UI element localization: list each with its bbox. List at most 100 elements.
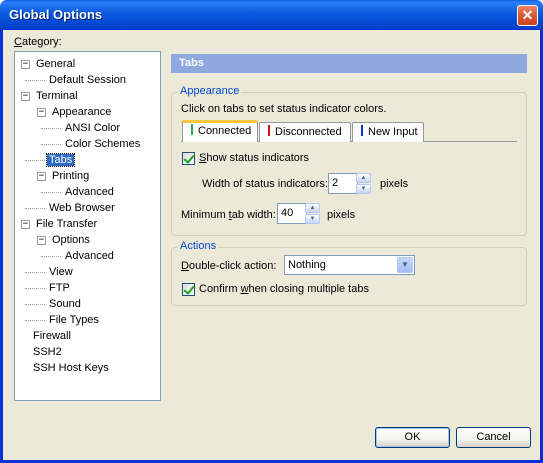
- spin-up-icon[interactable]: ▲: [305, 203, 320, 213]
- tree-item-advanced[interactable]: Advanced: [63, 185, 116, 199]
- tree-item-label: SSH2: [33, 346, 62, 358]
- window-title: Global Options: [9, 7, 103, 22]
- tree-item-label: Default Session: [49, 74, 127, 86]
- tab-disconnected-label: Disconnected: [275, 126, 342, 138]
- tree-item-view[interactable]: View: [47, 265, 75, 279]
- tree-connector: [25, 320, 45, 321]
- tree-item-sound[interactable]: Sound: [47, 297, 83, 311]
- tree-item-label: Printing: [52, 170, 90, 182]
- min-tab-width-spinner[interactable]: ▲ ▼: [305, 203, 320, 224]
- tree-item-label: Tabs: [45, 153, 76, 167]
- tree-item-label: FTP: [49, 282, 70, 294]
- tree-item-label: Terminal: [36, 90, 78, 102]
- tab-disconnected[interactable]: Disconnected: [259, 122, 351, 142]
- indicator-width-input[interactable]: 2: [328, 173, 358, 194]
- tree-expander-icon[interactable]: −: [21, 92, 30, 101]
- double-click-action-value: Nothing: [288, 259, 326, 271]
- tree-connector: [25, 288, 45, 289]
- tree-item-general[interactable]: General: [34, 57, 77, 71]
- double-click-action-label: Double-click action:: [181, 260, 277, 272]
- tree-item-label: Advanced: [65, 250, 114, 262]
- tab-connected[interactable]: Connected: [182, 120, 258, 142]
- tree-item-label: Advanced: [65, 186, 114, 198]
- category-label-rest: ategory:: [21, 36, 62, 48]
- tree-item-advanced[interactable]: Advanced: [63, 249, 116, 263]
- tree-item-ftp[interactable]: FTP: [47, 281, 72, 295]
- spin-down-icon[interactable]: ▼: [305, 214, 320, 224]
- tree-item-label: Web Browser: [49, 202, 115, 214]
- tab-new-input[interactable]: New Input: [352, 122, 424, 142]
- close-button[interactable]: ✕: [517, 5, 538, 26]
- spin-down-icon[interactable]: ▼: [356, 184, 371, 194]
- tree-item-label: Appearance: [52, 106, 112, 118]
- tree-connector: [41, 256, 61, 257]
- tree-item-appearance[interactable]: Appearance: [50, 105, 113, 119]
- tree-item-default-session[interactable]: Default Session: [47, 73, 128, 87]
- show-status-indicators-label-rest: how status indicators: [206, 152, 310, 164]
- show-status-indicators-label: Show status indicators: [199, 152, 310, 164]
- tree-item-label: General: [36, 58, 76, 70]
- tab-colors-instructions: Click on tabs to set status indicator co…: [181, 103, 387, 115]
- confirm-close-checkbox[interactable]: [182, 283, 195, 296]
- category-tree[interactable]: − General Default Session − Terminal − Appeara…: [14, 51, 161, 401]
- tree-connector: [25, 272, 45, 273]
- tree-connector: [25, 304, 45, 305]
- tree-item-terminal[interactable]: Terminal: [34, 89, 80, 103]
- actions-group-title: Actions: [178, 240, 219, 252]
- tree-item-label: View: [49, 266, 73, 278]
- new-input-color-indicator: [361, 125, 363, 136]
- tree-item-ssh-host-keys[interactable]: SSH Host Keys: [31, 361, 111, 375]
- tree-item-file-transfer[interactable]: File Transfer: [34, 217, 99, 231]
- min-tab-width-unit: pixels: [327, 209, 356, 221]
- double-click-action-select[interactable]: Nothing ▼: [284, 255, 415, 275]
- min-tab-width-label: Minimum tab width:: [181, 209, 276, 221]
- category-label: Category:: [14, 36, 62, 48]
- tree-item-label: File Types: [49, 314, 99, 326]
- tree-connector: [41, 128, 61, 129]
- show-status-indicators-checkbox[interactable]: [182, 152, 195, 165]
- tree-item-file-types[interactable]: File Types: [47, 313, 101, 327]
- indicator-width-unit: pixels: [380, 178, 409, 190]
- indicator-width-label: Width of status indicators:: [202, 178, 328, 190]
- appearance-group-title: Appearance: [178, 85, 242, 97]
- tree-item-label: Color Schemes: [65, 138, 141, 150]
- tree-item-firewall[interactable]: Firewall: [31, 329, 73, 343]
- tree-connector: [25, 208, 45, 209]
- ok-button[interactable]: OK: [375, 427, 450, 448]
- global-options-dialog: Global Options ✕ Category: − General Defau…: [0, 0, 543, 463]
- cancel-button[interactable]: Cancel: [456, 427, 531, 448]
- tree-item-label: Options: [52, 234, 90, 246]
- tree-expander-icon[interactable]: −: [21, 220, 30, 229]
- tree-item-label: Sound: [49, 298, 81, 310]
- tree-connector: [41, 144, 61, 145]
- tree-item-tabs[interactable]: Tabs: [45, 153, 76, 167]
- tree-expander-icon[interactable]: −: [37, 172, 46, 181]
- tree-item-ssh2[interactable]: SSH2: [31, 345, 64, 359]
- tree-expander-icon[interactable]: −: [37, 108, 46, 117]
- tab-new-input-label: New Input: [368, 126, 418, 138]
- tree-item-options[interactable]: Options: [50, 233, 92, 247]
- tree-connector: [25, 160, 45, 161]
- tree-item-web-browser[interactable]: Web Browser: [47, 201, 117, 215]
- tree-item-label: ANSI Color: [65, 122, 121, 134]
- disconnected-color-indicator: [268, 125, 270, 136]
- tree-expander-icon[interactable]: −: [21, 60, 30, 69]
- title-bar[interactable]: Global Options ✕: [0, 0, 543, 30]
- confirm-close-label: Confirm when closing multiple tabs: [199, 283, 369, 295]
- indicator-width-spinner[interactable]: ▲ ▼: [356, 173, 371, 194]
- tree-item-label: SSH Host Keys: [33, 362, 109, 374]
- tree-item-label: Firewall: [33, 330, 71, 342]
- tree-expander-icon[interactable]: −: [37, 236, 46, 245]
- chevron-down-icon[interactable]: ▼: [397, 257, 413, 273]
- panel-title: Tabs: [171, 54, 527, 73]
- min-tab-width-input[interactable]: 40: [277, 203, 307, 224]
- tree-item-ansi-color[interactable]: ANSI Color: [63, 121, 122, 135]
- spin-up-icon[interactable]: ▲: [356, 173, 371, 183]
- tree-item-label: File Transfer: [36, 218, 98, 230]
- connected-color-indicator: [191, 124, 193, 135]
- close-icon: ✕: [521, 7, 534, 23]
- tree-item-color-schemes[interactable]: Color Schemes: [63, 137, 142, 151]
- tab-connected-label: Connected: [198, 125, 252, 137]
- tree-connector: [25, 80, 45, 81]
- tree-item-printing[interactable]: Printing: [50, 169, 91, 183]
